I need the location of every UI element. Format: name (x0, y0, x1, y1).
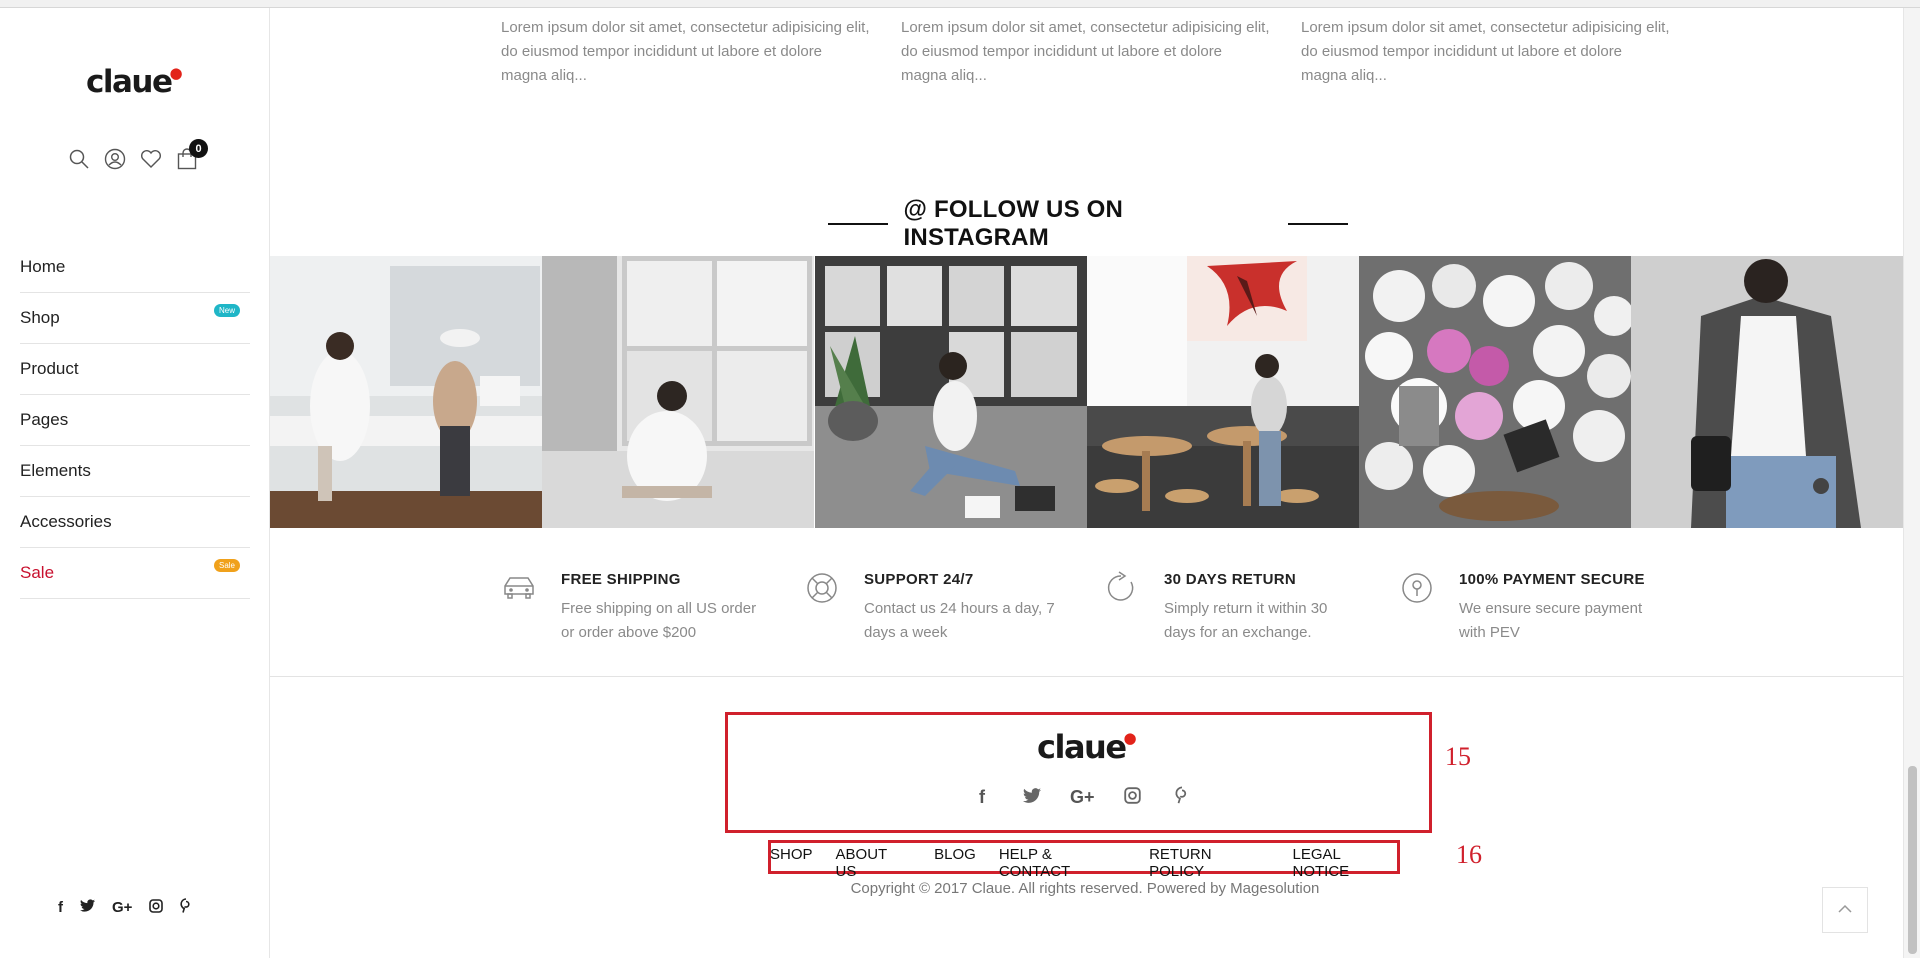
feature-desc: Simply return it within 30 days for an ex… (1164, 600, 1328, 641)
car-icon (501, 570, 539, 608)
page-scrollbar[interactable] (1903, 8, 1920, 958)
heart-icon[interactable] (140, 148, 162, 170)
chevron-up-icon (1838, 901, 1852, 919)
sidebar-social: f G+ (58, 898, 192, 917)
cart-icon[interactable]: 0 (176, 139, 208, 170)
menu-item-pages[interactable]: Pages (20, 395, 250, 446)
footer-link-legal-notice[interactable]: LEGAL NOTICE (1293, 846, 1401, 880)
back-to-top-button[interactable] (1822, 887, 1868, 933)
blog-excerpt: Lorem ipsum dolor sit amet, consectetur … (501, 19, 870, 84)
footer-link-about-us[interactable]: ABOUT US (836, 846, 912, 880)
footer-social: f G+ (970, 786, 1194, 809)
menu-item-sale[interactable]: Sale Sale (20, 548, 250, 599)
instagram-icon[interactable] (1120, 786, 1144, 809)
heading-line-right (1288, 223, 1348, 225)
scrollbar-thumb[interactable] (1908, 766, 1917, 954)
annotation-label-16: 16 (1456, 840, 1482, 869)
feature-title: 30 DAYS RETURN (1164, 571, 1297, 588)
menu-item-product[interactable]: Product (20, 344, 250, 395)
feature-title: 100% PAYMENT SECURE (1459, 571, 1645, 588)
instagram-icon[interactable] (149, 898, 164, 917)
facebook-icon[interactable]: f (970, 787, 994, 808)
feature-support: SUPPORT 24/7 Contact us 24 hours a day, … (804, 566, 1055, 645)
section-divider (270, 676, 1904, 677)
instagram-photo[interactable] (1631, 256, 1904, 528)
sidebar-logo[interactable]: claue● (86, 64, 183, 100)
footer-link-shop[interactable]: SHOP (770, 846, 813, 880)
lock-icon (1399, 570, 1437, 608)
annotation-label-15: 15 (1445, 742, 1471, 771)
header-icons: 0 (68, 139, 208, 170)
feature-desc: Free shipping on all US order or order ab… (561, 600, 757, 641)
browser-bookmarks-strip (0, 0, 1920, 8)
feature-desc: Contact us 24 hours a day, 7 days a week (864, 600, 1055, 641)
google-plus-icon[interactable]: G+ (1070, 787, 1095, 808)
menu-item-shop[interactable]: Shop New (20, 293, 250, 344)
blog-excerpt: Lorem ipsum dolor sit amet, consectetur … (1301, 19, 1670, 84)
footer-link-help-contact[interactable]: HELP & CONTACT (999, 846, 1126, 880)
instagram-photo[interactable] (542, 256, 815, 528)
footer-link-blog[interactable]: BLOG (934, 846, 976, 880)
lifebuoy-icon (804, 570, 842, 608)
feature-return: 30 DAYS RETURN Simply return it within 3… (1104, 566, 1327, 645)
instagram-photo[interactable] (814, 256, 1087, 528)
menu-item-home[interactable]: Home (20, 242, 250, 293)
feature-title: FREE SHIPPING (561, 571, 681, 588)
search-icon[interactable] (68, 148, 90, 170)
feature-free-shipping: FREE SHIPPING Free shipping on all US or… (501, 566, 756, 645)
user-icon[interactable] (104, 148, 126, 170)
feature-payment: 100% PAYMENT SECURE We ensure secure pay… (1399, 566, 1645, 645)
cart-count-badge: 0 (189, 139, 208, 158)
instagram-photo[interactable] (1086, 256, 1359, 528)
twitter-icon[interactable] (80, 899, 95, 916)
feature-title: SUPPORT 24/7 (864, 571, 974, 588)
footer-links: SHOP ABOUT US BLOG HELP & CONTACT RETURN… (770, 846, 1400, 880)
feature-desc: We ensure secure payment with PEV (1459, 600, 1643, 641)
footer-logo[interactable]: claue● (1037, 728, 1137, 766)
pinterest-icon[interactable] (180, 898, 192, 917)
main-menu: Home Shop New Product Pages Elements Acce… (20, 242, 250, 599)
facebook-icon[interactable]: f (58, 899, 63, 916)
google-plus-icon[interactable]: G+ (112, 899, 132, 916)
new-badge: New (213, 303, 240, 317)
sale-badge: Sale (213, 558, 240, 572)
instagram-grid (270, 256, 1904, 528)
menu-item-elements[interactable]: Elements (20, 446, 250, 497)
menu-item-accessories[interactable]: Accessories (20, 497, 250, 548)
twitter-icon[interactable] (1020, 787, 1044, 808)
instagram-photo[interactable] (270, 256, 542, 528)
instagram-photo[interactable] (1359, 256, 1632, 528)
sidebar: claue● 0 Home Shop New Product Pages Elem… (0, 8, 270, 958)
heading-line-left (828, 223, 888, 225)
instagram-heading: @ FOLLOW US ON INSTAGRAM (828, 196, 1348, 251)
copyright-text: Copyright © 2017 Claue. All rights reser… (850, 880, 1320, 897)
blog-excerpt: Lorem ipsum dolor sit amet, consectetur … (901, 19, 1270, 84)
pinterest-icon[interactable] (1170, 786, 1194, 809)
refresh-icon (1104, 570, 1142, 608)
footer-link-return-policy[interactable]: RETURN POLICY (1149, 846, 1269, 880)
